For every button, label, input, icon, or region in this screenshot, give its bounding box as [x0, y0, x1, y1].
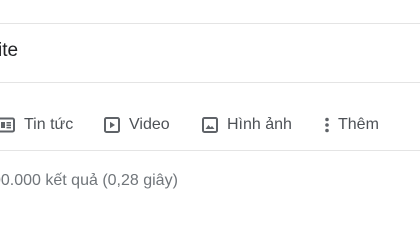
- image-icon: [202, 117, 218, 133]
- result-stats: 00.000 kết quả (0,28 giây): [0, 172, 178, 189]
- tabs-divider: [0, 150, 420, 151]
- search-results-page: ite Tin tức Video Hình ảnh Thêm 00.000 k…: [0, 0, 420, 201]
- tab-video-label: Video: [129, 116, 170, 133]
- tab-news[interactable]: Tin tức: [0, 113, 73, 137]
- search-input[interactable]: ite: [0, 40, 18, 62]
- tab-images[interactable]: Hình ảnh: [202, 113, 292, 137]
- tab-more[interactable]: Thêm: [324, 113, 379, 137]
- tab-video[interactable]: Video: [104, 113, 170, 137]
- newspaper-icon: [0, 117, 15, 133]
- play-box-icon: [104, 117, 120, 133]
- search-box-divider: [0, 82, 420, 83]
- tab-more-label: Thêm: [338, 116, 379, 133]
- tab-news-label: Tin tức: [24, 116, 74, 133]
- tab-images-label: Hình ảnh: [227, 116, 292, 133]
- more-vert-icon: [324, 117, 330, 133]
- top-divider: [0, 23, 420, 24]
